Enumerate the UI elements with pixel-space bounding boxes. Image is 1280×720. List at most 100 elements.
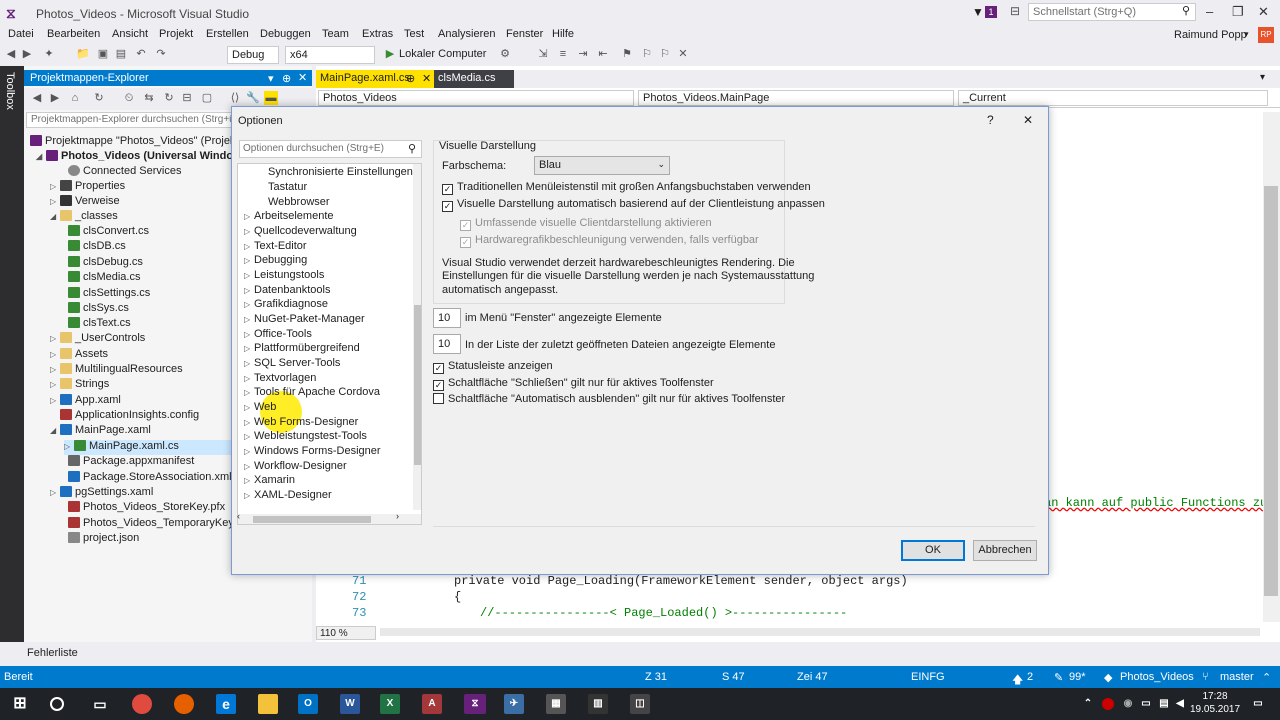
- expand-icon[interactable]: ▷: [244, 476, 254, 485]
- expand-icon[interactable]: ▷: [244, 330, 254, 339]
- new-project-icon[interactable]: ✦: [42, 47, 56, 61]
- app-icon[interactable]: ✈: [504, 694, 524, 714]
- branch-icon[interactable]: ⑂: [1202, 671, 1209, 683]
- dropdown-icon[interactable]: ▾: [268, 72, 274, 85]
- tree-item-properties[interactable]: ▷ Properties: [50, 180, 125, 195]
- options-search-input[interactable]: Optionen durchsuchen (Strg+E): [239, 140, 422, 158]
- back-icon[interactable]: ◀: [4, 47, 18, 61]
- step-icon[interactable]: ⇲: [536, 47, 550, 61]
- tree-item-web[interactable]: ▷ Web: [244, 401, 276, 413]
- checkbox-traditional-menu[interactable]: ✓ Traditionellen Menüleistenstil mit groß…: [442, 181, 811, 195]
- tree-item-storeassociation[interactable]: Package.StoreAssociation.xml: [68, 471, 232, 486]
- user-dropdown-icon[interactable]: ▾: [1244, 29, 1249, 40]
- expand-icon[interactable]: ▷: [64, 442, 74, 451]
- expand-icon[interactable]: ◢: [50, 212, 60, 221]
- tree-item-webleistung[interactable]: ▷ Webleistungstest-Tools: [244, 430, 367, 442]
- expand-icon[interactable]: ▷: [244, 212, 254, 221]
- tree-item-textvorlagen[interactable]: ▷ Textvorlagen: [244, 372, 316, 384]
- tree-hscroll-thumb[interactable]: [253, 516, 371, 523]
- expand-icon[interactable]: ▷: [50, 350, 60, 359]
- sync-icon[interactable]: ↻: [92, 91, 106, 105]
- chevron-up-icon[interactable]: ⌃: [1262, 671, 1271, 684]
- checkbox-checked[interactable]: ✓: [442, 184, 453, 195]
- tree-item-grafikdiagnose[interactable]: ▷ Grafikdiagnose: [244, 298, 328, 310]
- expand-icon[interactable]: ▷: [50, 380, 60, 389]
- ok-button[interactable]: OK: [901, 540, 965, 561]
- tree-item-xaml-designer[interactable]: ▷ XAML-Designer: [244, 489, 332, 501]
- tree-item-xamarin[interactable]: ▷ Xamarin: [244, 474, 295, 486]
- tree-item-verweise[interactable]: ▷ Verweise: [50, 195, 120, 210]
- next-bookmark-icon[interactable]: ⚐: [640, 47, 654, 61]
- farbschema-select[interactable]: Blau ⌄: [534, 156, 670, 175]
- tray-app-icon[interactable]: [1102, 698, 1114, 710]
- tree-item-solution[interactable]: Projektmappe "Photos_Videos" (Projekt: [30, 135, 239, 150]
- tree-item-clsdb[interactable]: clsDB.cs: [68, 240, 126, 255]
- menu-analysieren[interactable]: Analysieren: [438, 28, 495, 40]
- checkbox-checked[interactable]: ✓: [433, 380, 444, 391]
- minimize-button[interactable]: –: [1206, 4, 1213, 19]
- tab-clsmedia-cs[interactable]: clsMedia.cs: [434, 70, 514, 88]
- outlook-icon[interactable]: O: [298, 694, 318, 714]
- tree-item-clssys[interactable]: clsSys.cs: [68, 302, 129, 317]
- redo-icon[interactable]: ↷: [154, 47, 168, 61]
- run-target-button[interactable]: Lokaler Computer: [399, 48, 486, 60]
- menu-datei[interactable]: Datei: [8, 28, 34, 40]
- tree-item-clsdebug[interactable]: clsDebug.cs: [68, 256, 143, 271]
- tree-item-connected-services[interactable]: Connected Services: [68, 165, 181, 180]
- refresh-icon[interactable]: ↻: [162, 91, 176, 105]
- expand-icon[interactable]: ▷: [244, 403, 254, 412]
- task-view-icon[interactable]: ▭: [90, 694, 110, 714]
- expand-icon[interactable]: ▷: [244, 359, 254, 368]
- dialog-close-button[interactable]: ✕: [1023, 113, 1033, 127]
- maximize-button[interactable]: ❐: [1232, 4, 1244, 20]
- checkbox-unchecked[interactable]: [433, 393, 444, 404]
- back-icon[interactable]: ◀: [30, 91, 44, 105]
- expand-icon[interactable]: ▷: [50, 334, 60, 343]
- expand-icon[interactable]: ▷: [50, 365, 60, 374]
- expand-icon[interactable]: ▷: [244, 242, 254, 251]
- tree-item-nuget[interactable]: ▷ NuGet-Paket-Manager: [244, 313, 365, 325]
- tree-item-clssettings[interactable]: clsSettings.cs: [68, 287, 150, 302]
- expand-icon[interactable]: ▷: [244, 388, 254, 397]
- tree-item-projectjson[interactable]: project.json: [68, 532, 139, 547]
- quick-launch-input[interactable]: Schnellstart (Strg+Q): [1028, 3, 1196, 21]
- menu-team[interactable]: Team: [322, 28, 349, 40]
- expand-icon[interactable]: ◢: [36, 152, 46, 161]
- expand-icon[interactable]: ▷: [244, 271, 254, 280]
- expand-icon[interactable]: ▷: [244, 256, 254, 265]
- menu-fenster[interactable]: Fenster: [506, 28, 543, 40]
- save-all-icon[interactable]: ▤: [114, 47, 128, 61]
- pending-changes-icon[interactable]: ⇆: [142, 91, 156, 105]
- tree-item-app-xaml[interactable]: ▷ App.xaml: [50, 394, 121, 409]
- status-repository[interactable]: Photos_Videos: [1120, 671, 1194, 683]
- expand-icon[interactable]: ▷: [50, 488, 60, 497]
- nav-project-select[interactable]: Photos_Videos: [318, 90, 634, 106]
- user-name[interactable]: Raimund Popp: [1174, 29, 1247, 41]
- toolbox-tab[interactable]: Toolbox: [0, 66, 24, 642]
- expand-icon[interactable]: ▷: [50, 197, 60, 206]
- show-files-icon[interactable]: ▢: [200, 91, 214, 105]
- tree-item-strings[interactable]: ▷ Strings: [50, 378, 109, 393]
- menu-bearbeiten[interactable]: Bearbeiten: [47, 28, 100, 40]
- forward-icon[interactable]: ▶: [48, 91, 62, 105]
- expand-icon[interactable]: ▷: [244, 227, 254, 236]
- nav-type-select[interactable]: Photos_Videos.MainPage: [638, 90, 954, 106]
- pin-icon[interactable]: ⊕: [282, 72, 291, 85]
- tree-item-webbrowser[interactable]: Webbrowser: [268, 196, 330, 208]
- clear-bookmark-icon[interactable]: ✕: [676, 47, 690, 61]
- tab-list-icon[interactable]: ▾: [1260, 72, 1265, 83]
- tree-item-quellcode[interactable]: ▷ Quellcodeverwaltung: [244, 225, 357, 237]
- scroll-left-icon[interactable]: ‹: [237, 511, 240, 521]
- expand-icon[interactable]: ▷: [244, 286, 254, 295]
- menu-erstellen[interactable]: Erstellen: [206, 28, 249, 40]
- tree-item-plattform[interactable]: ▷ Plattformübergreifend: [244, 342, 360, 354]
- menu-test[interactable]: Test: [404, 28, 424, 40]
- tab-mainpage-cs[interactable]: MainPage.xaml.cs ⊕ ✕: [316, 70, 434, 88]
- firefox-icon[interactable]: [174, 694, 194, 714]
- chrome-icon[interactable]: [132, 694, 152, 714]
- tree-item-debugging[interactable]: ▷ Debugging: [244, 254, 307, 266]
- checkbox-checked[interactable]: ✓: [442, 201, 453, 212]
- visual-studio-icon[interactable]: ⧖: [464, 694, 486, 714]
- tray-app-icon[interactable]: ◉: [1122, 694, 1134, 714]
- pin-icon[interactable]: ⊕: [406, 72, 415, 85]
